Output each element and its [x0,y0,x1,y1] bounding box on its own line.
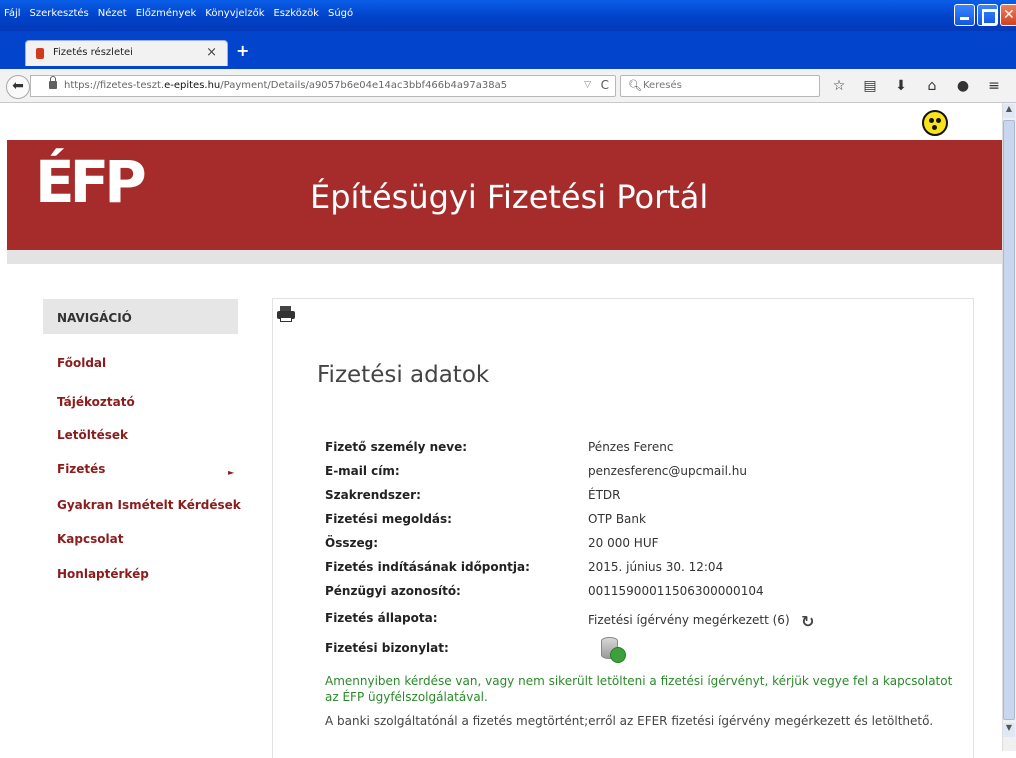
url-dropdown-icon[interactable]: ▽ [584,80,591,90]
tab-payment-details[interactable]: Fizetés részletei × [25,40,228,66]
detail-value: penzesferenc@upcmail.hu [588,464,747,478]
page-title: Fizetési adatok [317,362,490,388]
detail-label: E-mail cím: [325,464,400,478]
url-text: https://fizetes-teszt.e-epites.hu/Paymen… [64,80,508,91]
printer-icon[interactable] [277,306,295,322]
download-receipt-icon[interactable] [601,635,627,663]
payment-status-note: A banki szolgáltatónál a fizetés megtört… [325,714,934,728]
detail-label: Fizetési megoldás: [325,512,452,526]
nav-item-downloads[interactable]: Letöltések [57,428,128,442]
site-title: Építésügyi Fizetési Portál [310,178,709,216]
detail-label: Szakrendszer: [325,488,421,502]
nav-item-home[interactable]: Főoldal [57,356,106,370]
header-subbar [7,250,1002,264]
back-arrow-icon: ⬅ [12,78,24,94]
detail-label: Fizetés állapota: [325,611,438,625]
detail-label: Fizető személy neve: [325,440,468,454]
menu-bookmarks[interactable]: Könyvjelzők [205,8,264,19]
reload-icon[interactable]: C [601,78,609,92]
refresh-status-icon[interactable]: ↻ [801,612,814,631]
maximize-button[interactable] [977,4,998,26]
chevron-right-icon: ► [228,468,235,477]
nav-item-info[interactable]: Tájékoztató [57,395,135,409]
detail-label: Fizetési bizonylat: [325,641,449,655]
nav-item-payment[interactable]: Fizetés [57,462,105,476]
scroll-up-arrow-icon[interactable]: ▲ [1003,104,1015,118]
scroll-thumb[interactable] [1003,120,1015,720]
detail-value: ÉTDR [588,488,621,502]
site-header: ÉFP Építésügyi Fizetési Portál [7,140,1002,250]
site-favicon-icon [36,48,44,59]
menu-tools[interactable]: Eszközök [273,8,319,19]
detail-value: Pénzes Ferenc [588,440,674,454]
site-logo[interactable]: ÉFP [35,148,147,216]
search-icon: 🔍︎ [628,79,642,92]
bookmark-star-icon[interactable]: ☆ [830,78,848,94]
home-icon[interactable]: ⌂ [923,78,941,94]
lock-icon [49,76,57,89]
detail-label: Fizetés indításának időpontja: [325,560,530,574]
menu-file[interactable]: Fájl [4,8,21,19]
browser-menubar: Fájl Szerkesztés Nézet Előzmények Könyvj… [4,8,353,19]
download-icon[interactable]: ⬇ [892,78,910,94]
detail-label: Összeg: [325,536,378,550]
menu-help[interactable]: Súgó [328,8,353,19]
back-button[interactable]: ⬅ [6,75,30,99]
detail-value: 2015. június 30. 12:04 [588,560,724,574]
tab-title: Fizetés részletei [53,47,133,58]
detail-value: 00115900011506300000104 [588,584,764,598]
search-input[interactable]: 🔍︎ Keresés [620,75,820,97]
search-placeholder: Keresés [643,80,682,91]
url-bar[interactable]: https://fizetes-teszt.e-epites.hu/Paymen… [30,75,616,97]
menu-hamburger-icon[interactable]: ≡ [985,78,1003,94]
nav-item-contact[interactable]: Kapcsolat [57,532,123,546]
bookmarks-list-icon[interactable]: ▤ [861,78,879,94]
accessibility-icon[interactable] [922,110,948,136]
chat-icon[interactable]: ● [954,78,972,94]
new-tab-icon[interactable]: + [236,41,249,60]
minimize-button[interactable] [954,4,975,26]
window-controls [954,4,1016,26]
nav-item-sitemap[interactable]: Honlaptérkép [57,567,149,581]
status-value: Fizetési ígérvény megérkezett (6) [588,613,790,627]
tab-close-icon[interactable]: × [206,45,217,60]
detail-value: 20 000 HUF [588,536,659,550]
nav-heading: NAVIGÁCIÓ [43,299,238,334]
menu-history[interactable]: Előzmények [136,8,197,19]
contact-support-note: Amennyiben kérdése van, vagy nem sikerül… [325,674,953,704]
menu-edit[interactable]: Szerkesztés [30,8,89,19]
detail-label: Pénzügyi azonosító: [325,584,461,598]
scroll-down-arrow-icon[interactable]: ▼ [1003,723,1015,737]
nav-item-faq[interactable]: Gyakran Ismételt Kérdések [57,498,241,512]
toolbar-icons: ☆ ▤ ⬇ ⌂ ● ≡ [830,78,1003,94]
detail-value: OTP Bank [588,512,646,526]
menu-view[interactable]: Nézet [98,8,127,19]
close-window-button[interactable] [1000,4,1016,26]
